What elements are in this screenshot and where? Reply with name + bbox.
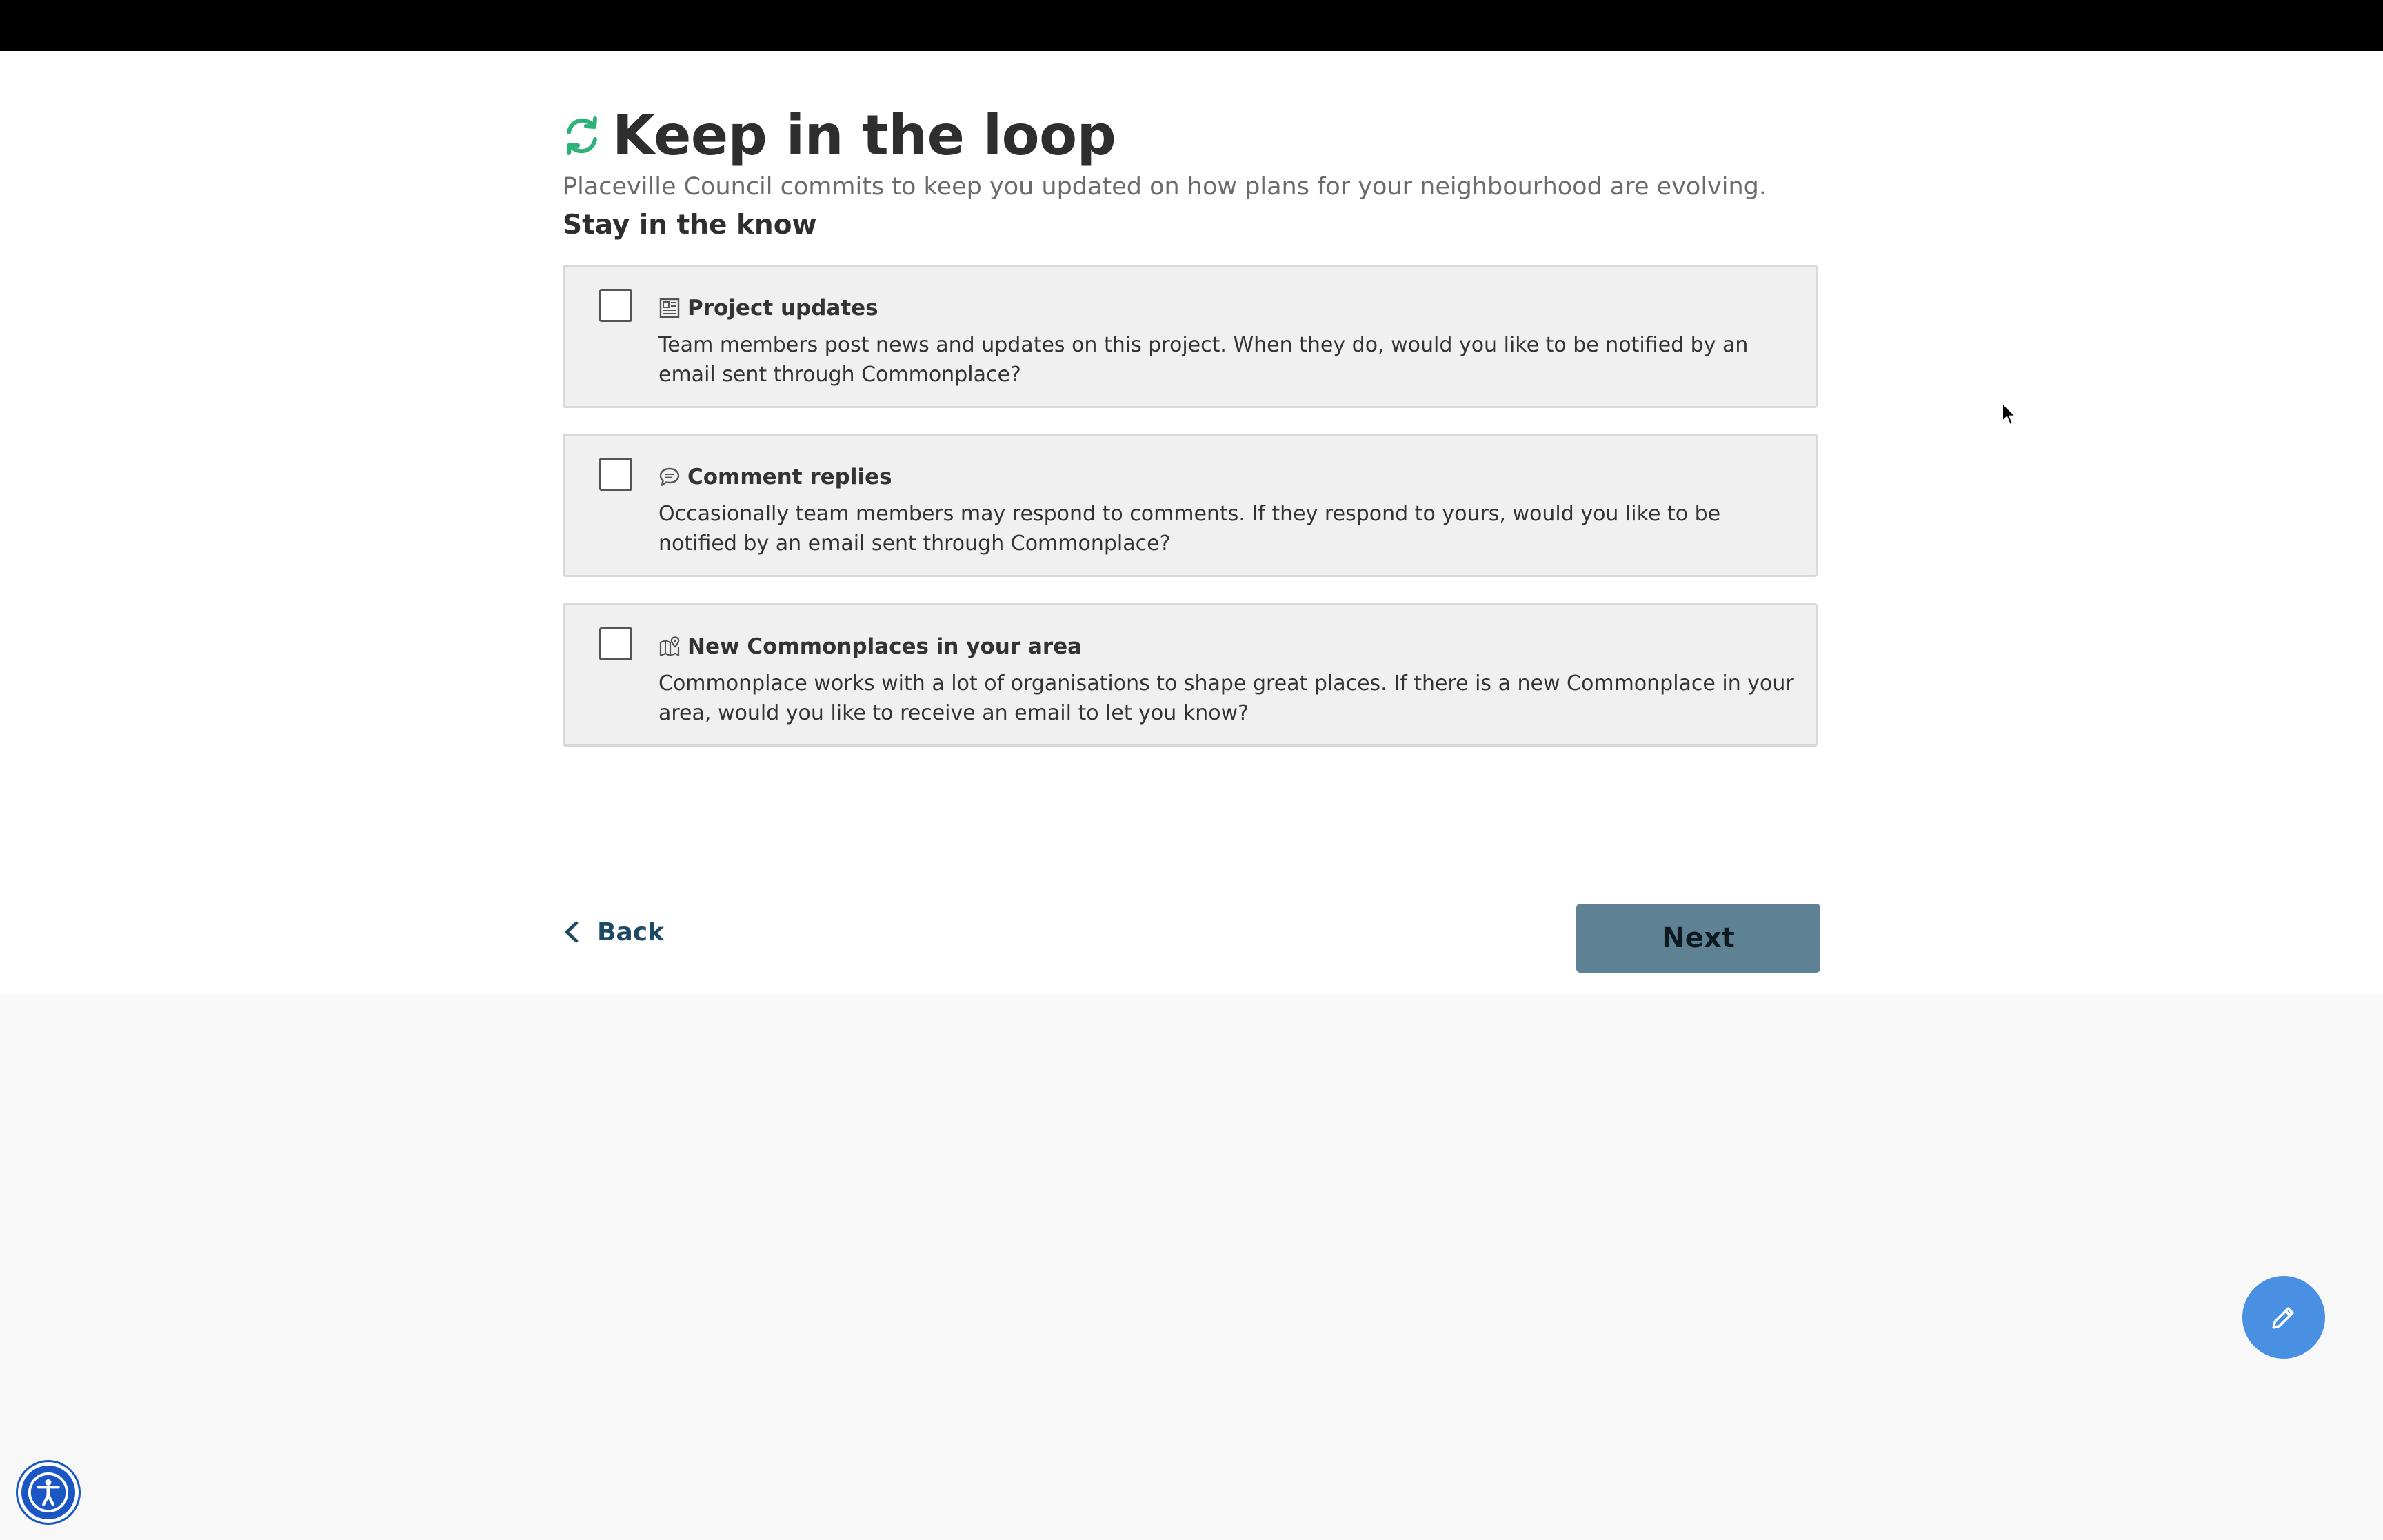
option-title: New Commonplaces in your area [687,634,1083,659]
chat-bubble-icon [658,466,681,488]
option-header: Comment replies [658,462,892,492]
option-description: Occasionally team members may respond to… [658,502,1721,556]
main-page: Keep in the loop Placeville Council comm… [0,51,2383,994]
top-bar [0,0,2383,51]
option-header: New Commonplaces in your area [658,631,1082,662]
accessibility-button[interactable] [18,1462,79,1523]
option-title: Comment replies [687,465,892,489]
project-updates-checkbox[interactable] [599,289,632,322]
option-description: Team members post news and updates on th… [658,333,1749,387]
page-title: Keep in the loop [612,103,1116,168]
refresh-icon [563,114,601,157]
edit-button[interactable] [2242,1276,2325,1359]
pencil-icon [2272,1307,2294,1329]
next-button[interactable]: Next [1576,904,1820,973]
page-subtitle: Placeville Council commits to keep you u… [563,173,1767,201]
option-comment-replies[interactable]: Comment replies Occasionally team member… [563,434,1818,577]
chevron-left-icon [565,921,579,943]
newspaper-icon [658,297,681,319]
section-heading: Stay in the know [563,210,817,241]
preferences-form: Keep in the loop Placeville Council comm… [563,51,1820,994]
mouse-cursor-icon [2002,402,2018,426]
option-header: Project updates [658,293,878,323]
back-label: Back [597,918,665,946]
option-project-updates[interactable]: Project updates Team members post news a… [563,265,1818,408]
title-row: Keep in the loop [563,98,1116,174]
option-description: Commonplace works with a lot of organisa… [658,671,1794,725]
accessibility-icon [28,1472,69,1513]
comment-replies-checkbox[interactable] [599,458,632,491]
new-commonplaces-checkbox[interactable] [599,627,632,660]
back-button[interactable]: Back [563,911,664,953]
option-title: Project updates [687,296,878,321]
option-new-commonplaces[interactable]: New Commonplaces in your area Commonplac… [563,603,1818,747]
map-pin-icon [658,636,681,658]
